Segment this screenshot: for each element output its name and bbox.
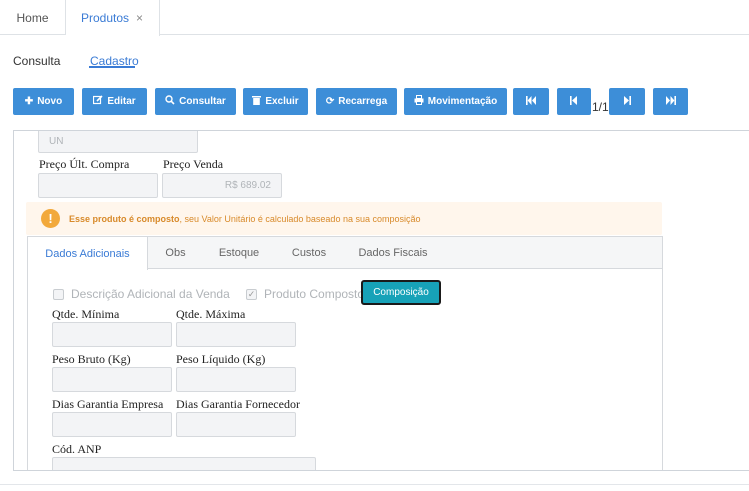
movimentacao-button-label: Movimentação [427, 96, 498, 107]
print-icon [414, 95, 424, 108]
preco-venda-label: Preço Venda [163, 157, 224, 171]
qtde-minima-label: Qtde. Mínima [52, 307, 120, 321]
notice-rest: , seu Valor Unitário é calculado baseado… [179, 213, 421, 224]
recarrega-button-label: Recarrega [338, 96, 388, 107]
novo-button-label: Novo [37, 96, 63, 107]
close-icon[interactable]: × [136, 11, 143, 25]
prev-page-button[interactable] [557, 88, 591, 115]
edit-icon [93, 95, 103, 108]
peso-liquido-field[interactable] [176, 367, 296, 392]
tab-cadastro[interactable]: Cadastro [89, 46, 139, 68]
preco-ult-compra-field[interactable] [38, 173, 158, 198]
preco-venda-value: R$ 689.02 [224, 180, 271, 191]
tab-dados-adicionais[interactable]: Dados Adicionais [28, 237, 148, 270]
next-page-button[interactable] [609, 88, 645, 115]
cadastro-panel: UN Preço Últ. Compra Preço Venda R$ 689.… [13, 130, 749, 471]
dias-garantia-empresa-label: Dias Garantia Empresa [52, 397, 164, 411]
preco-venda-field[interactable]: R$ 689.02 [162, 173, 282, 198]
page-indicator: 1/1 [592, 100, 609, 114]
first-page-button[interactable] [513, 88, 549, 115]
peso-bruto-field[interactable] [52, 367, 172, 392]
tab-produtos[interactable]: Produtos × [66, 0, 160, 36]
notice-bold: Esse produto é composto [69, 213, 180, 224]
step-back-icon [570, 95, 578, 108]
produto-composto-label: Produto Composto [264, 287, 365, 301]
qtde-minima-field[interactable] [52, 322, 172, 347]
movimentacao-button[interactable]: Movimentação [404, 88, 507, 115]
peso-bruto-label: Peso Bruto (Kg) [52, 352, 131, 366]
trash-icon [252, 95, 262, 108]
unidade-value: UN [49, 135, 64, 147]
cod-anp-field[interactable] [52, 457, 316, 470]
composicao-button[interactable]: Composição [361, 280, 441, 305]
tab-obs[interactable]: Obs [148, 237, 203, 269]
tab-home-label: Home [16, 10, 49, 25]
inner-tabs-panel: Dados Adicionais Obs Estoque Custos Dado… [27, 236, 663, 470]
tab-custos[interactable]: Custos [275, 237, 343, 269]
dias-garantia-empresa-field[interactable] [52, 412, 172, 437]
cod-anp-label: Cód. ANP [52, 442, 102, 456]
checkbox-unchecked-icon [53, 288, 64, 300]
consultar-button-label: Consultar [179, 96, 226, 107]
bottom-divider [0, 484, 749, 485]
tab-dados-fiscais[interactable]: Dados Fiscais [343, 237, 443, 269]
skip-last-icon [665, 95, 676, 108]
search-icon [165, 95, 175, 108]
recarrega-button[interactable]: ⟳ Recarrega [316, 88, 397, 115]
dias-garantia-fornecedor-field[interactable] [176, 412, 296, 437]
sub-tab-bar: Consulta Cadastro [0, 46, 749, 76]
preco-ult-compra-label: Preço Últ. Compra [39, 157, 130, 171]
tab-home[interactable]: Home [0, 0, 66, 35]
editar-button[interactable]: Editar [82, 88, 147, 115]
qtde-maxima-label: Qtde. Máxima [176, 307, 246, 321]
refresh-icon: ⟳ [325, 96, 335, 107]
produto-composto-checkbox[interactable]: ✓ Produto Composto [246, 287, 364, 301]
descricao-adicional-label: Descrição Adicional da Venda [71, 287, 230, 301]
unidade-field[interactable]: UN [38, 131, 198, 153]
top-tab-bar: Home Produtos × [0, 0, 749, 36]
checkbox-checked-icon: ✓ [246, 288, 257, 300]
tab-consulta[interactable]: Consulta [13, 46, 60, 76]
qtde-maxima-field[interactable] [176, 322, 296, 347]
skip-first-icon [526, 95, 536, 108]
last-page-button[interactable] [653, 88, 688, 115]
plus-icon: ✚ [24, 96, 34, 107]
tab-produtos-label: Produtos [81, 11, 130, 25]
dias-garantia-fornecedor-label: Dias Garantia Fornecedor [176, 397, 300, 411]
excluir-button[interactable]: Excluir [243, 88, 308, 115]
composite-notice: ! Esse produto é composto, seu Valor Uni… [26, 202, 662, 235]
tab-estoque[interactable]: Estoque [203, 237, 275, 269]
inner-tab-bar: Dados Adicionais Obs Estoque Custos Dado… [28, 237, 662, 270]
warning-icon: ! [41, 209, 60, 228]
consultar-button[interactable]: Consultar [155, 88, 236, 115]
peso-liquido-label: Peso Líquido (Kg) [176, 352, 266, 366]
editar-button-label: Editar [107, 96, 136, 107]
notice-text: Esse produto é composto, seu Valor Unitá… [69, 214, 421, 224]
novo-button[interactable]: ✚ Novo [13, 88, 74, 115]
step-forward-icon [623, 95, 631, 108]
excluir-button-label: Excluir [265, 96, 299, 107]
descricao-adicional-checkbox[interactable]: Descrição Adicional da Venda [53, 287, 230, 301]
